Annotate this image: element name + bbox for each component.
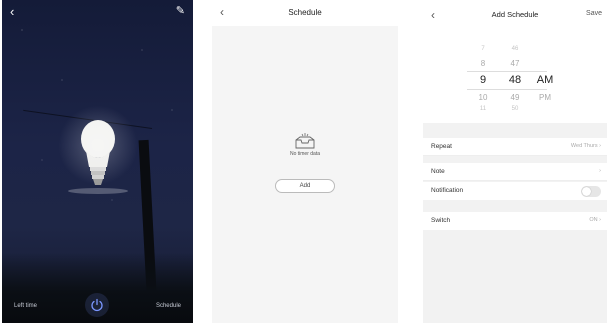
note-row[interactable]: Note › (423, 163, 607, 181)
header: ‹ Schedule (212, 0, 398, 26)
period-option[interactable]: PM (531, 93, 559, 102)
header: ‹ Add Schedule Save (423, 0, 607, 30)
empty-state-text: No timer data (289, 151, 320, 157)
bulb-control-screen: ‹ ✎ Left time Schedule (2, 0, 193, 323)
page-title: Add Schedule (491, 10, 539, 19)
period-column[interactable]: AM PM (531, 30, 559, 123)
light-bulb-icon[interactable] (58, 105, 138, 195)
chevron-right-icon: › (599, 168, 601, 174)
add-schedule-screen: ‹ Add Schedule Save 7 8 9 10 11 46 47 48… (423, 0, 607, 323)
save-button[interactable]: Save (586, 10, 602, 17)
notification-row: Notification (423, 182, 607, 200)
add-button[interactable]: Add (275, 179, 335, 193)
minute-option[interactable]: 47 (501, 59, 529, 68)
switch-label: Switch (431, 217, 451, 224)
hour-column[interactable]: 7 8 9 10 11 (469, 30, 497, 123)
period-selected[interactable]: AM (531, 74, 559, 86)
hour-option[interactable]: 11 (469, 106, 497, 112)
left-time-button[interactable]: Left time (14, 303, 37, 309)
minute-option[interactable]: 50 (501, 106, 529, 112)
time-picker[interactable]: 7 8 9 10 11 46 47 48 49 50 AM PM (423, 30, 607, 123)
repeat-row[interactable]: Repeat Wed Thurs › (423, 138, 607, 156)
repeat-label: Repeat (431, 143, 452, 150)
schedule-screen: ‹ Schedule No timer data Add (212, 0, 398, 323)
power-icon[interactable] (85, 293, 109, 317)
hour-option[interactable]: 7 (469, 46, 497, 52)
hour-option[interactable]: 10 (469, 93, 497, 102)
pencil-icon[interactable]: ✎ (176, 5, 185, 17)
hour-option[interactable]: 8 (469, 59, 497, 68)
schedule-button[interactable]: Schedule (156, 303, 181, 309)
back-icon[interactable]: ‹ (10, 5, 14, 18)
hour-selected[interactable]: 9 (469, 74, 497, 86)
switch-value: ON › (589, 217, 601, 223)
notification-toggle[interactable] (581, 186, 601, 197)
minute-option[interactable]: 49 (501, 93, 529, 102)
bottom-bar: Left time Schedule (2, 287, 193, 323)
switch-row[interactable]: Switch ON › (423, 212, 607, 230)
notification-label: Notification (431, 187, 464, 194)
page-title: Schedule (288, 8, 322, 17)
minute-selected[interactable]: 48 (501, 74, 529, 86)
note-label: Note (431, 168, 445, 175)
minute-column[interactable]: 46 47 48 49 50 (501, 30, 529, 123)
repeat-value: Wed Thurs › (570, 143, 601, 149)
minute-option[interactable]: 46 (501, 46, 529, 52)
